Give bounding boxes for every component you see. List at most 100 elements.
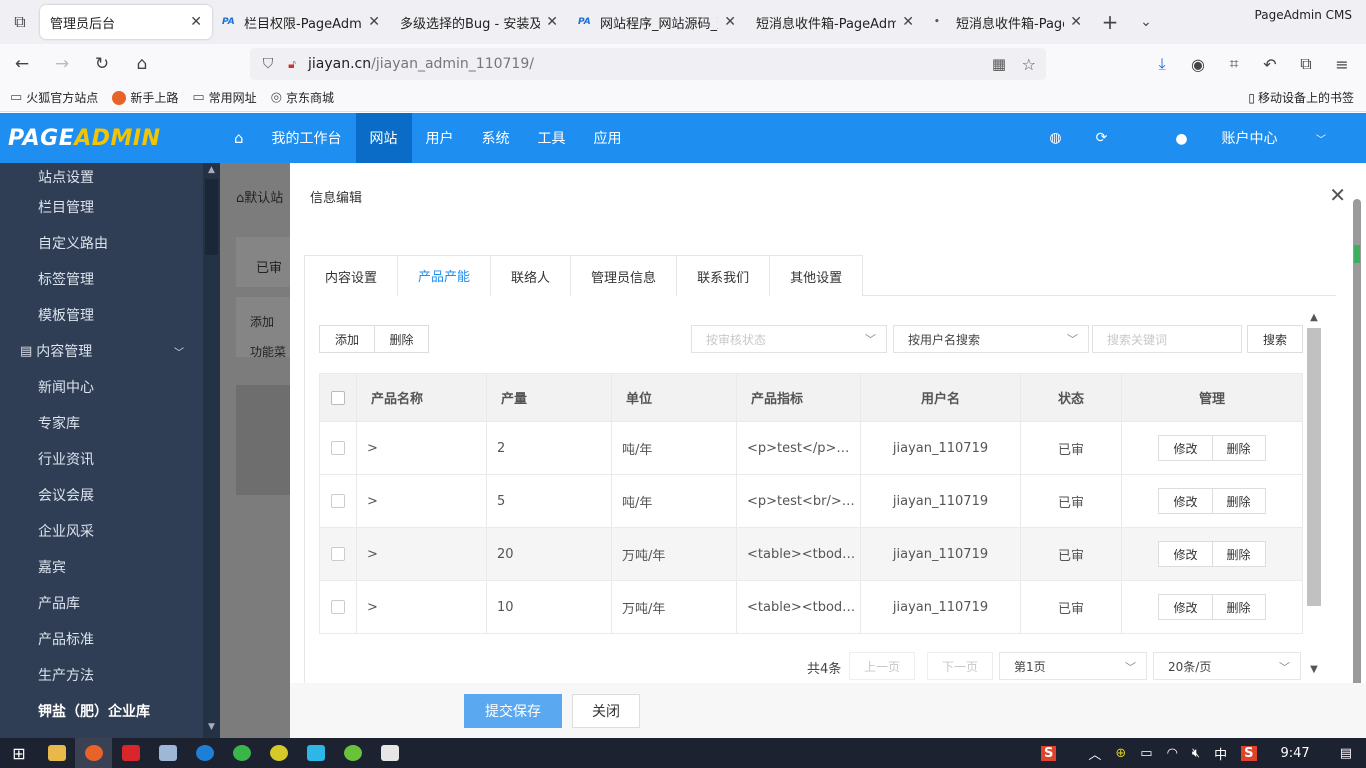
browser-tab-4[interactable]: PA 网站程序_网站源码_建 ✕ — [568, 5, 746, 39]
sogou-ime-icon[interactable]: S — [1241, 745, 1257, 761]
tab-other-settings[interactable]: 其他设置 — [769, 255, 864, 296]
battery-icon[interactable]: ▭ — [1140, 746, 1152, 761]
sidebar-group-content[interactable]: ▤ 内容管理 ﹀ — [0, 333, 220, 369]
sidebar-scrollbar[interactable]: ▲ ▼ — [203, 163, 220, 738]
page-select[interactable]: 第1页 ﹀ — [999, 652, 1147, 680]
column-header[interactable]: 单位 — [611, 373, 737, 422]
sidebar-item-company-style[interactable]: 企业风采 — [0, 513, 220, 549]
next-page-button[interactable]: 下一页 — [927, 652, 993, 680]
sidebar-item-potash-companies[interactable]: 钾盐（肥）企业库 — [0, 693, 220, 729]
app-grid-icon[interactable] — [297, 738, 334, 768]
qr-code-icon[interactable]: ▦ — [992, 55, 1006, 73]
browser-tab-5[interactable]: 短消息收件箱-PageAdmin ✕ — [746, 5, 924, 39]
bookmark-item[interactable]: ▭ 火狐官方站点 — [10, 89, 98, 106]
delete-button[interactable]: 删除 — [1212, 541, 1266, 567]
pageadmin-logo[interactable]: PAGEADMIN — [0, 126, 220, 151]
page-size-select[interactable]: 20条/页 ﹀ — [1153, 652, 1301, 680]
nav-workbench[interactable]: 我的工作台 — [258, 113, 356, 163]
delete-button[interactable]: 删除 — [1212, 435, 1266, 461]
scroll-up-arrow-icon[interactable]: ▲ — [1307, 312, 1321, 326]
wifi-icon[interactable]: ◠ — [1167, 746, 1178, 761]
app-yellow-plus-icon[interactable] — [260, 738, 297, 768]
sidebar-item-industry-news[interactable]: 行业资讯 — [0, 441, 220, 477]
browser-tab-6[interactable]: • 短消息收件箱-PageAd ✕ — [924, 5, 1092, 39]
prev-page-button[interactable]: 上一页 — [849, 652, 915, 680]
status-filter-select[interactable]: 按审核状态 ﹀ — [691, 325, 887, 353]
column-header[interactable]: 用户名 — [860, 373, 1021, 422]
bookmark-item[interactable]: ▭ 常用网址 — [192, 89, 256, 106]
submit-save-button[interactable]: 提交保存 — [464, 694, 562, 728]
shield-icon[interactable]: ⛉ — [254, 56, 282, 72]
reload-icon[interactable]: ↻ — [84, 48, 120, 80]
browser-tab-3[interactable]: 多级选择的Bug - 安装及使 ✕ — [390, 5, 568, 39]
delete-button[interactable]: 删除 — [1212, 594, 1266, 620]
wechat-icon[interactable] — [223, 738, 260, 768]
close-icon[interactable]: ✕ — [1329, 183, 1346, 207]
list-all-tabs-icon[interactable]: ⌄ — [1128, 14, 1164, 30]
sidebar-item-products[interactable]: 产品库 — [0, 585, 220, 621]
row-checkbox[interactable] — [331, 600, 345, 614]
select-all-checkbox[interactable] — [331, 390, 345, 405]
sidebar-item-custom-route[interactable]: 自定义路由 — [0, 225, 220, 261]
file-explorer-icon[interactable] — [38, 738, 75, 768]
account-center-menu[interactable]: ● 账户中心 ﹀ — [1141, 128, 1326, 148]
bookmark-star-icon[interactable]: ☆ — [1022, 55, 1036, 74]
edit-button[interactable]: 修改 — [1158, 594, 1213, 620]
edit-button[interactable]: 修改 — [1158, 541, 1213, 567]
panel-scrollbar[interactable]: ▲ ▼ — [1305, 310, 1323, 680]
row-checkbox[interactable] — [331, 441, 345, 455]
nav-system[interactable]: 系统 — [468, 113, 524, 163]
tray-app-icon[interactable]: ⊕ — [1115, 746, 1126, 761]
screenshot-crop-icon[interactable]: ⌗ — [1216, 54, 1252, 74]
window-menu-icon[interactable]: ⧉ — [0, 0, 40, 44]
close-button[interactable]: 关闭 — [572, 694, 640, 728]
sidebar-item-column-manage[interactable]: 栏目管理 — [0, 189, 220, 225]
scrollbar-thumb[interactable] — [1353, 199, 1361, 719]
edge-icon[interactable] — [186, 738, 223, 768]
insecure-lock-icon[interactable]: 🔓︎ — [282, 57, 302, 72]
clock-time[interactable]: 9:47 — [1281, 746, 1310, 761]
extensions-icon[interactable]: ⧉ — [1288, 54, 1324, 74]
home-icon[interactable]: ⌂ — [124, 48, 160, 80]
mobile-bookmarks[interactable]: ▯ 移动设备上的书签 — [1248, 89, 1354, 106]
account-icon[interactable]: ◉ — [1180, 55, 1216, 74]
home-icon[interactable]: ⌂ — [220, 113, 258, 163]
app-editor-icon[interactable] — [371, 738, 408, 768]
close-icon[interactable]: ✕ — [724, 14, 736, 30]
tray-expand-icon[interactable]: ︿ — [1088, 744, 1101, 763]
bookmark-item[interactable]: ◎ 京东商城 — [271, 89, 334, 106]
tab-content-settings[interactable]: 内容设置 — [304, 255, 398, 296]
windows-start-icon[interactable]: ⊞ — [0, 744, 38, 763]
scroll-down-arrow-icon[interactable]: ▼ — [1307, 664, 1321, 678]
sidebar-item-news[interactable]: 新闻中心 — [0, 369, 220, 405]
forward-arrow-icon[interactable]: → — [44, 48, 80, 80]
sidebar-item-production-methods[interactable]: 生产方法 — [0, 657, 220, 693]
scroll-up-arrow-icon[interactable]: ▲ — [203, 165, 220, 179]
menu-hamburger-icon[interactable]: ≡ — [1324, 55, 1360, 74]
browser-tab-1[interactable]: 管理员后台 ✕ — [40, 5, 212, 39]
row-checkbox[interactable] — [331, 494, 345, 508]
close-icon[interactable]: ✕ — [1070, 14, 1082, 30]
tab-admin-info[interactable]: 管理员信息 — [570, 255, 677, 296]
app-green-circle-icon[interactable] — [334, 738, 371, 768]
nav-website[interactable]: 网站 — [355, 113, 412, 163]
tab-product-capacity[interactable]: 产品产能 — [397, 255, 491, 296]
browser-tab-2[interactable]: PA 栏目权限-PageAdmin ✕ — [212, 5, 390, 39]
modal-scrollbar[interactable] — [1352, 199, 1362, 719]
sidebar-item-guests[interactable]: 嘉宾 — [0, 549, 220, 585]
column-header[interactable]: 管理 — [1121, 373, 1303, 422]
notification-icon[interactable]: ▤ — [1340, 746, 1352, 761]
close-icon[interactable]: ✕ — [902, 14, 914, 30]
new-tab-button[interactable]: + — [1092, 10, 1128, 34]
column-header[interactable]: 产量 — [486, 373, 612, 422]
scroll-down-arrow-icon[interactable]: ▼ — [203, 722, 220, 736]
column-header[interactable]: 状态 — [1020, 373, 1122, 422]
app-red-icon[interactable] — [112, 738, 149, 768]
search-input[interactable]: 搜索关键词 — [1092, 325, 1242, 353]
close-icon[interactable]: ✕ — [368, 14, 380, 30]
sogou-ime-icon[interactable]: S — [1040, 745, 1057, 761]
close-icon[interactable]: ✕ — [546, 14, 558, 30]
sidebar-item-template-manage[interactable]: 模板管理 — [0, 297, 220, 333]
globe-icon[interactable]: ◍ — [1049, 130, 1061, 146]
scrollbar-thumb[interactable] — [1307, 328, 1321, 606]
